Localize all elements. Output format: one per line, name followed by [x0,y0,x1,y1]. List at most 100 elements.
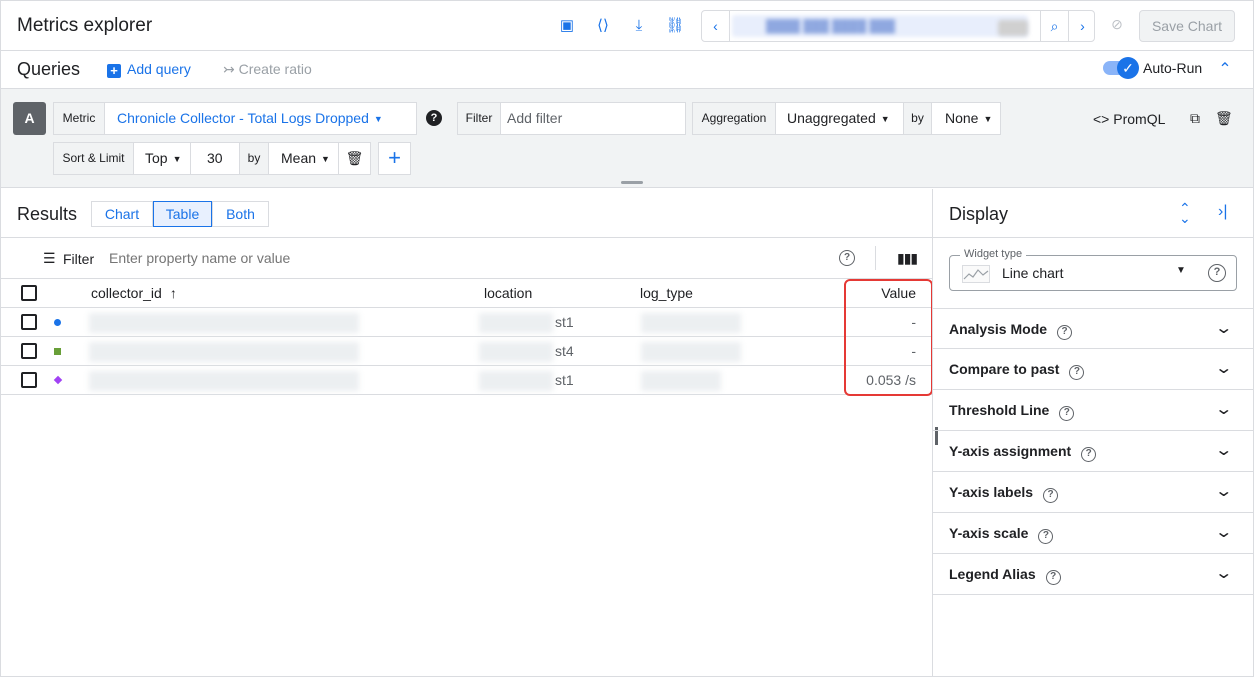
limit-value: 30 [207,150,223,166]
section-y-axis-labels[interactable]: Y-axis labels? ⌄ [933,472,1253,513]
help-icon[interactable]: ? [426,110,442,126]
column-header-location[interactable]: location [484,285,532,301]
table-filter-label: Filter [63,251,95,267]
auto-run-label: Auto-Run [1143,60,1203,76]
timezone-chip[interactable] [998,20,1028,36]
column-display-icon[interactable]: ▮▮▮ [897,250,918,267]
series-dot-icon [54,319,61,326]
toggle-track: ✓ [1103,57,1139,79]
previous-range-button[interactable]: ‹ [702,11,730,41]
widget-type-label: Widget type [960,248,1027,260]
aggregation-selector[interactable]: Unaggregated ▼ [775,102,904,135]
section-y-axis-assignment[interactable]: Y-axis assignment? ⌄ [933,431,1253,472]
sort-order-value: Top [145,150,168,166]
row-checkbox[interactable] [21,343,37,359]
code-icon[interactable]: ⟨⟩ [593,16,613,36]
section-legend-alias[interactable]: Legend Alias? ⌄ [933,554,1253,595]
delete-icon[interactable]: 🗑 [1215,110,1233,126]
series-square-icon [54,348,61,355]
tab-table[interactable]: Table [153,201,212,227]
chevron-down-icon: ⌄ [1214,483,1234,500]
aggregation-label: Aggregation [692,102,776,135]
location-cell [479,313,553,333]
location-suffix: st1 [555,314,574,330]
close-panel-icon[interactable]: ›| [1218,203,1227,221]
help-icon[interactable]: ? [1038,529,1054,544]
filter-label: Filter [457,102,501,135]
select-all-checkbox[interactable] [21,285,37,301]
location-suffix: st4 [555,343,574,359]
table-row[interactable]: st4 - [1,337,932,366]
help-icon[interactable]: ? [1045,570,1061,585]
code-icon: <> [1093,111,1114,127]
query-editor: A Metric Chronicle Collector - Total Log… [1,89,1253,188]
filter-input[interactable]: Add filter [500,102,686,135]
page-title: Metrics explorer [17,15,153,36]
save-chart-button[interactable]: Save Chart [1139,10,1235,42]
display-panel: Display ⌃ ⌄ ›| Widget type Line chart ▼ ?… [932,189,1253,677]
promql-button[interactable]: <> PromQL [1093,111,1165,127]
table-filter-bar: ☰ Filter ? ▮▮▮ [1,237,932,279]
tab-both[interactable]: Both [212,201,269,227]
help-icon[interactable]: ? [1057,325,1073,340]
copy-icon[interactable]: ⧉ [1187,110,1203,126]
column-header-collector-id[interactable]: collector_id ↑ [91,285,177,301]
help-icon[interactable]: ? [1069,365,1085,380]
location-cell [479,371,553,391]
metric-value: Chronicle Collector - Total Logs Dropped [117,110,369,126]
create-ratio-label: Create ratio [238,61,312,77]
resize-handle[interactable] [621,181,643,184]
time-range-selector[interactable]: ████ ███ ████ ███ [732,15,1028,37]
section-threshold-line[interactable]: Threshold Line? ⌄ [933,390,1253,431]
section-analysis-mode[interactable]: Analysis Mode? ⌄ [933,308,1253,349]
queries-title: Queries [17,59,81,79]
sort-order-selector[interactable]: Top ▼ [133,142,191,175]
chevron-down-icon: ⌄ [1214,442,1234,459]
series-diamond-icon [53,375,63,385]
results-title: Results [17,204,78,224]
filter-icon: ☰ [43,250,56,266]
link-icon[interactable]: ⛓ [665,16,685,36]
add-query-label: Add query [127,61,191,77]
help-icon[interactable]: ? [1208,264,1226,282]
metrics-explorer-app: Metrics explorer ▣ ⟨⟩ ⤓ ⛓ ‹ ████ ███ ███… [0,0,1254,677]
widget-type-selector[interactable]: Widget type Line chart ▼ ? [949,248,1237,291]
table-row[interactable]: st1 - [1,308,932,337]
next-range-button[interactable]: › [1068,11,1096,41]
row-checkbox[interactable] [21,314,37,330]
add-query-button[interactable]: + Add query [107,61,191,78]
table-filter-input[interactable] [109,250,609,266]
section-compare-to-past[interactable]: Compare to past? ⌄ [933,349,1253,390]
chevron-down-icon: ⌄ [1214,360,1234,377]
promql-label: PromQL [1113,111,1166,127]
download-icon[interactable]: ⤓ [629,16,649,36]
auto-run-toggle[interactable]: ✓ Auto-Run [1103,57,1213,79]
help-icon[interactable]: ? [1059,406,1075,421]
column-header-log-type[interactable]: log_type [640,285,693,301]
feedback-icon[interactable]: ▣ [557,16,577,36]
add-clause-button[interactable]: + [378,142,411,175]
metric-selector[interactable]: Chronicle Collector - Total Logs Dropped… [104,102,417,135]
section-y-axis-scale[interactable]: Y-axis scale? ⌄ [933,513,1253,554]
row-checkbox[interactable] [21,372,37,388]
time-range-navigator: ‹ ████ ███ ████ ███ ⌕ › [701,10,1095,42]
value-column-highlight [844,279,933,396]
section-label: Compare to past [949,361,1060,377]
table-header: collector_id ↑ location log_type Value [1,279,932,308]
sort-delete-icon[interactable]: 🗑 [338,142,371,175]
caret-down-icon: ▼ [983,114,993,124]
sort-by-selector[interactable]: Mean ▼ [268,142,339,175]
expand-icon[interactable]: ⌃ ⌄ [1179,201,1191,225]
divider [933,237,1253,238]
help-icon[interactable]: ? [839,250,855,266]
sort-limit-label: Sort & Limit [53,142,134,175]
table-row[interactable]: st1 0.053 /s [1,366,932,395]
search-icon[interactable]: ⌕ [1040,11,1068,41]
group-by-selector[interactable]: None ▼ [931,102,1001,135]
limit-input[interactable]: 30 [190,142,240,175]
help-icon[interactable]: ? [1043,488,1059,503]
tab-chart[interactable]: Chart [91,201,153,227]
collapse-icon[interactable]: ⌃ [1215,59,1235,79]
help-icon[interactable]: ? [1081,447,1097,462]
group-by-label: by [903,102,932,135]
